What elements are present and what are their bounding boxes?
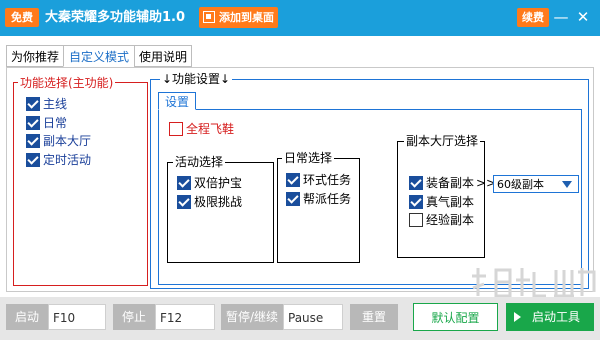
tab-recommend[interactable]: 为你推荐 [6, 45, 64, 67]
checkbox-extreme-challenge[interactable] [177, 195, 191, 209]
dungeon-select-title: 副本大厅选择 [404, 134, 481, 148]
checkbox-double-treasure[interactable] [177, 176, 191, 190]
checkbox-equipment-dungeon[interactable] [409, 176, 423, 190]
label-full-fly: 全程飞鞋 [186, 122, 235, 136]
close-icon[interactable]: ✕ [574, 8, 592, 26]
label-equipment-dungeon: 装备副本 [426, 176, 475, 190]
reset-button[interactable]: 重置 [350, 304, 398, 330]
start-hotkey-label: 启动 [6, 304, 48, 330]
desktop-shortcut-icon [203, 11, 215, 23]
tab-custom-mode[interactable]: 自定义模式 [63, 45, 135, 67]
checkbox-ring-quest[interactable] [286, 173, 300, 187]
daily-select-title: 日常选择 [282, 151, 335, 165]
app-title: 大秦荣耀多功能辅助1.0 [45, 10, 186, 25]
checkbox-dungeon-hall[interactable] [26, 134, 40, 148]
label-extreme-challenge: 极限挑战 [194, 195, 243, 209]
label-exp-dungeon: 经验副本 [426, 213, 475, 227]
free-badge[interactable]: 免费 [5, 8, 39, 27]
checkbox-qi-dungeon[interactable] [409, 195, 423, 209]
launch-tool-label: 启动工具 [532, 310, 581, 324]
checkbox-exp-dungeon[interactable] [409, 213, 423, 227]
renew-button[interactable]: 续费 [517, 8, 549, 27]
start-hotkey-input[interactable]: F10 [48, 304, 106, 330]
stop-hotkey-input[interactable]: F12 [155, 304, 215, 330]
label-guild-quest: 帮派任务 [303, 192, 352, 206]
add-to-desktop-label: 添加到桌面 [219, 11, 274, 24]
pause-hotkey-label: 暂停/继续 [221, 304, 283, 330]
label-timed-activity: 定时活动 [43, 153, 92, 167]
default-config-button[interactable]: 默认配置 [413, 303, 498, 331]
minimize-icon[interactable]: — [552, 8, 570, 26]
pause-hotkey-input[interactable]: Pause [283, 304, 343, 330]
stop-hotkey-label: 停止 [113, 304, 155, 330]
play-icon [514, 312, 521, 322]
checkbox-daily[interactable] [26, 116, 40, 130]
label-dungeon-hall: 副本大厅 [43, 134, 92, 148]
dungeon-level-select[interactable]: 60级副本 [493, 175, 579, 193]
function-settings-title: ↓功能设置↓ [160, 72, 233, 86]
tab-settings[interactable]: 设置 [158, 92, 196, 110]
label-qi-dungeon: 真气副本 [426, 195, 475, 209]
checkbox-full-fly[interactable] [169, 122, 183, 136]
activity-select-title: 活动选择 [173, 155, 226, 169]
watermark-logo [472, 268, 596, 298]
label-double-treasure: 双倍护宝 [194, 176, 243, 190]
dropdown-arrow-icon [562, 181, 572, 188]
label-ring-quest: 环式任务 [303, 173, 352, 187]
checkbox-timed-activity[interactable] [26, 153, 40, 167]
checkbox-guild-quest[interactable] [286, 192, 300, 206]
tab-instructions[interactable]: 使用说明 [134, 45, 192, 67]
label-main-line: 主线 [43, 97, 68, 111]
add-to-desktop-button[interactable]: 添加到桌面 [199, 7, 278, 28]
dungeon-level-value: 60级副本 [497, 178, 544, 191]
function-select-group [13, 82, 148, 286]
label-daily: 日常 [43, 116, 68, 130]
function-select-title: 功能选择(主功能) [18, 76, 116, 90]
checkbox-main-line[interactable] [26, 97, 40, 111]
launch-tool-button[interactable]: 启动工具 [506, 303, 594, 331]
